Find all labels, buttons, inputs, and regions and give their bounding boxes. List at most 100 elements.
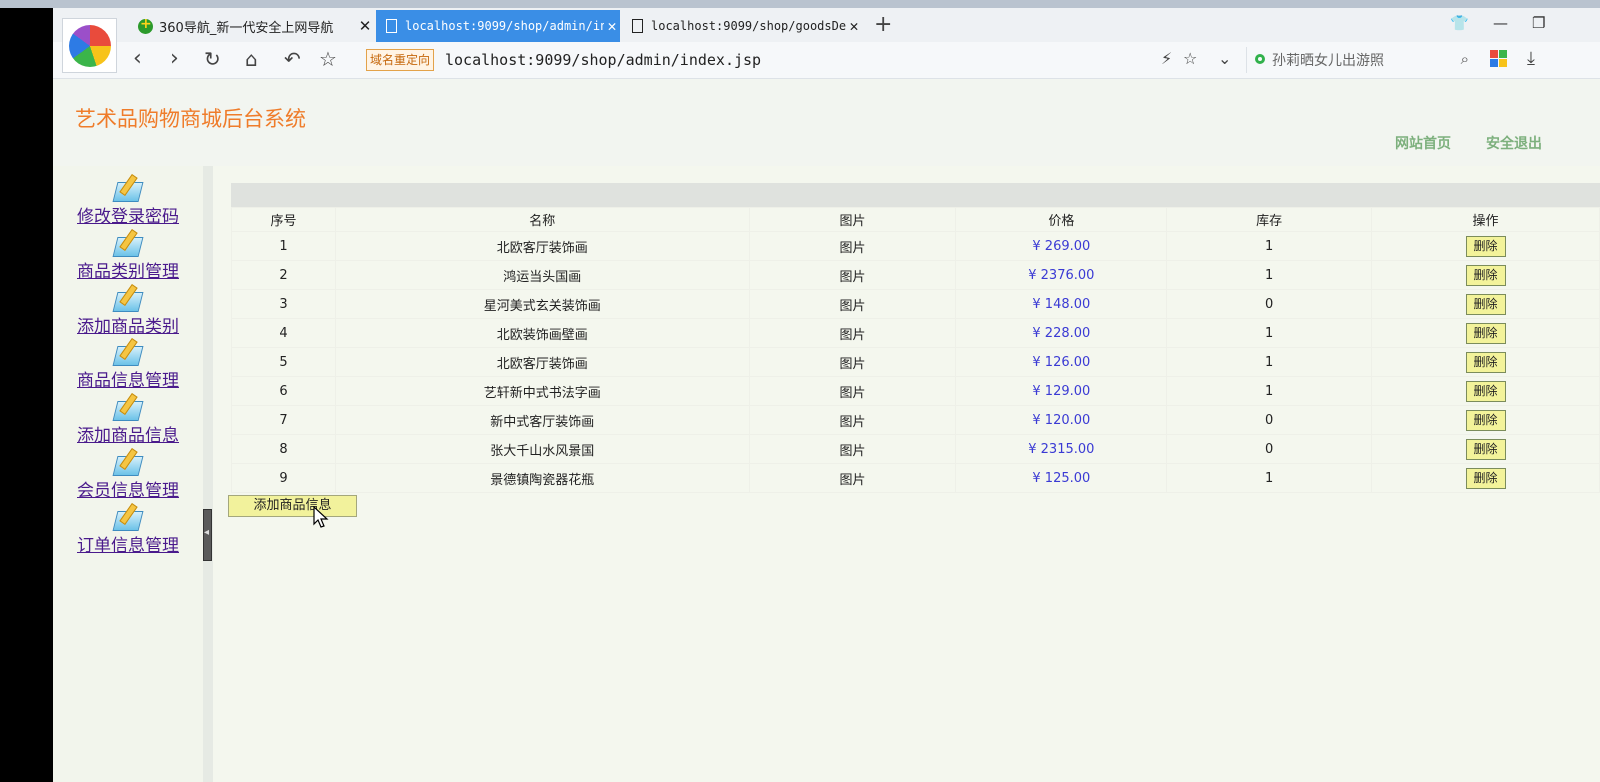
delete-button[interactable]: 删除 xyxy=(1465,235,1506,257)
goods-name: 艺轩新中式书法字画 xyxy=(334,376,750,406)
address-bar: ‹ › ↻ ⌂ ↶ ☆ 域名重定向 localhost:9099/shop/ad… xyxy=(53,42,1600,79)
delete-button[interactable]: 删除 xyxy=(1465,264,1506,286)
delete-button[interactable]: 删除 xyxy=(1465,409,1506,431)
new-tab-icon[interactable]: + xyxy=(874,12,892,37)
search-input[interactable]: 孙莉晒女儿出游照 xyxy=(1272,50,1384,70)
home-icon[interactable]: ⌂ xyxy=(245,45,258,73)
goods-picture-link[interactable]: 图片 xyxy=(748,318,957,348)
tab-360-nav[interactable]: 360导航_新一代安全上网导航 ✕ xyxy=(132,10,373,42)
edit-board-icon xyxy=(111,447,144,478)
admin-page: 艺术品购物商城后台系统 网站首页 安全退出 修改登录密码 商品类别管理 添加商品… xyxy=(53,79,1600,782)
delete-button[interactable]: 删除 xyxy=(1465,322,1506,344)
table-row: 2 鸿运当头国画 图片 ¥ 2376.00 1 删除 xyxy=(231,260,1600,290)
goods-picture-link[interactable]: 图片 xyxy=(748,434,957,464)
apps-icon[interactable] xyxy=(1490,50,1507,67)
search-icon[interactable]: ⌕ xyxy=(1461,50,1469,68)
delete-button[interactable]: 删除 xyxy=(1465,380,1506,402)
delete-button[interactable]: 删除 xyxy=(1465,351,1506,373)
browser-logo[interactable] xyxy=(62,18,117,73)
goods-price: ¥ 269.00 xyxy=(955,231,1168,261)
goods-name: 北欧客厅装饰画 xyxy=(334,347,750,377)
goods-name: 张大千山水风景国 xyxy=(334,434,750,464)
sidebar-item-category-manage[interactable]: 商品类别管理 xyxy=(53,228,203,283)
collapse-handle[interactable] xyxy=(203,509,212,561)
sidebar-item-goods-manage[interactable]: 商品信息管理 xyxy=(53,337,203,392)
goods-picture-link[interactable]: 图片 xyxy=(748,405,957,435)
sidebar-item-label[interactable]: 订单信息管理 xyxy=(53,531,203,556)
sidebar-item-add-goods[interactable]: 添加商品信息 xyxy=(53,392,203,447)
add-goods-button[interactable]: 添加商品信息 xyxy=(228,495,357,517)
tab-title: 360导航_新一代安全上网导航 xyxy=(159,20,334,36)
table-row: 9 景德镇陶瓷器花瓶 图片 ¥ 125.00 1 删除 xyxy=(231,463,1600,493)
action-cell: 删除 xyxy=(1371,347,1600,377)
goods-name: 新中式客厅装饰画 xyxy=(334,405,750,435)
restore-icon[interactable]: ❐ xyxy=(1532,14,1545,32)
favorite-icon[interactable]: ☆ xyxy=(1183,45,1197,73)
logout-link[interactable]: 安全退出 xyxy=(1486,133,1542,153)
lightning-icon[interactable]: ⚡ xyxy=(1161,45,1172,73)
dropdown-icon[interactable]: ⌄ xyxy=(1218,45,1231,73)
sidebar: 修改登录密码 商品类别管理 添加商品类别 商品信息管理 添加商品信息 会员信息管… xyxy=(53,166,203,782)
desktop-top-strip xyxy=(0,0,1600,8)
bookmark-star-icon[interactable]: ☆ xyxy=(319,45,337,73)
action-cell: 删除 xyxy=(1371,376,1600,406)
close-icon[interactable]: ✕ xyxy=(357,17,373,35)
delete-button[interactable]: 删除 xyxy=(1465,293,1506,315)
close-icon[interactable]: ✕ xyxy=(846,17,862,35)
table-row: 1 北欧客厅装饰画 图片 ¥ 269.00 1 删除 xyxy=(231,231,1600,261)
action-cell: 删除 xyxy=(1371,260,1600,290)
column-header: 序号 xyxy=(231,207,336,232)
refresh-icon[interactable]: ↻ xyxy=(204,45,221,73)
table-header-bar xyxy=(231,183,1600,207)
undo-icon[interactable]: ↶ xyxy=(284,45,301,73)
edit-board-icon xyxy=(111,173,144,204)
url-field[interactable]: localhost:9099/shop/admin/index.jsp xyxy=(445,49,761,71)
table-row: 3 星河美式玄关装饰画 图片 ¥ 148.00 0 删除 xyxy=(231,289,1600,319)
frame-splitter[interactable] xyxy=(203,166,213,782)
tab-goods-detail[interactable]: localhost:9099/shop/goodsDet ✕ xyxy=(622,10,862,42)
delete-button[interactable]: 删除 xyxy=(1465,438,1506,460)
table-row: 8 张大千山水风景国 图片 ¥ 2315.00 0 删除 xyxy=(231,434,1600,464)
sidebar-item-order-manage[interactable]: 订单信息管理 xyxy=(53,502,203,557)
minimize-icon[interactable]: — xyxy=(1493,14,1508,32)
search-engine-icon xyxy=(1255,54,1265,64)
sidebar-item-member-manage[interactable]: 会员信息管理 xyxy=(53,447,203,502)
home-link[interactable]: 网站首页 xyxy=(1395,133,1451,153)
goods-picture-link[interactable]: 图片 xyxy=(748,231,957,261)
close-icon[interactable]: ✕ xyxy=(604,17,620,35)
main-content: 序号 名称 图片 价格 库存 操作 1 北欧客厅装饰画 图片 ¥ 269.00 1 删除 2… xyxy=(213,166,1600,782)
goods-name: 北欧装饰画壁画 xyxy=(334,318,750,348)
goods-picture-link[interactable]: 图片 xyxy=(748,260,957,290)
sidebar-item-label[interactable]: 添加商品信息 xyxy=(53,421,203,446)
tab-title: localhost:9099/shop/admin/in xyxy=(405,19,604,33)
sidebar-item-label[interactable]: 商品类别管理 xyxy=(53,257,203,282)
edit-board-icon xyxy=(111,337,144,368)
sidebar-item-add-category[interactable]: 添加商品类别 xyxy=(53,283,203,338)
goods-picture-link[interactable]: 图片 xyxy=(748,347,957,377)
table-row: 6 艺轩新中式书法字画 图片 ¥ 129.00 1 删除 xyxy=(231,376,1600,406)
sidebar-item-label[interactable]: 修改登录密码 xyxy=(53,202,203,227)
redirect-badge[interactable]: 域名重定向 xyxy=(366,49,435,71)
sidebar-item-label[interactable]: 会员信息管理 xyxy=(53,476,203,501)
goods-picture-link[interactable]: 图片 xyxy=(748,463,957,493)
edit-board-icon xyxy=(111,228,144,259)
goods-name: 鸿运当头国画 xyxy=(334,260,750,290)
goods-table: 序号 名称 图片 价格 库存 操作 1 北欧客厅装饰画 图片 ¥ 269.00 1 删除 2… xyxy=(231,207,1600,493)
table-body: 1 北欧客厅装饰画 图片 ¥ 269.00 1 删除 2 鸿运当头国画 图片 ¥ 2376.00 1… xyxy=(231,231,1600,493)
sidebar-item-change-password[interactable]: 修改登录密码 xyxy=(53,173,203,228)
page-icon xyxy=(632,19,643,33)
tab-admin-index[interactable]: localhost:9099/shop/admin/in ✕ xyxy=(376,10,620,42)
search-box[interactable]: 孙莉晒女儿出游照 ⌕ xyxy=(1246,47,1477,73)
row-number: 3 xyxy=(231,289,336,319)
goods-picture-link[interactable]: 图片 xyxy=(748,289,957,319)
row-number: 5 xyxy=(231,347,336,377)
goods-price: ¥ 2376.00 xyxy=(955,260,1168,290)
back-icon[interactable]: ‹ xyxy=(133,45,142,73)
download-icon[interactable]: ⤓ xyxy=(1527,45,1535,73)
forward-icon[interactable]: › xyxy=(170,45,179,73)
goods-picture-link[interactable]: 图片 xyxy=(748,376,957,406)
shirt-icon[interactable]: 👕 xyxy=(1450,14,1469,32)
sidebar-item-label[interactable]: 商品信息管理 xyxy=(53,366,203,391)
sidebar-item-label[interactable]: 添加商品类别 xyxy=(53,312,203,337)
delete-button[interactable]: 删除 xyxy=(1465,467,1506,489)
